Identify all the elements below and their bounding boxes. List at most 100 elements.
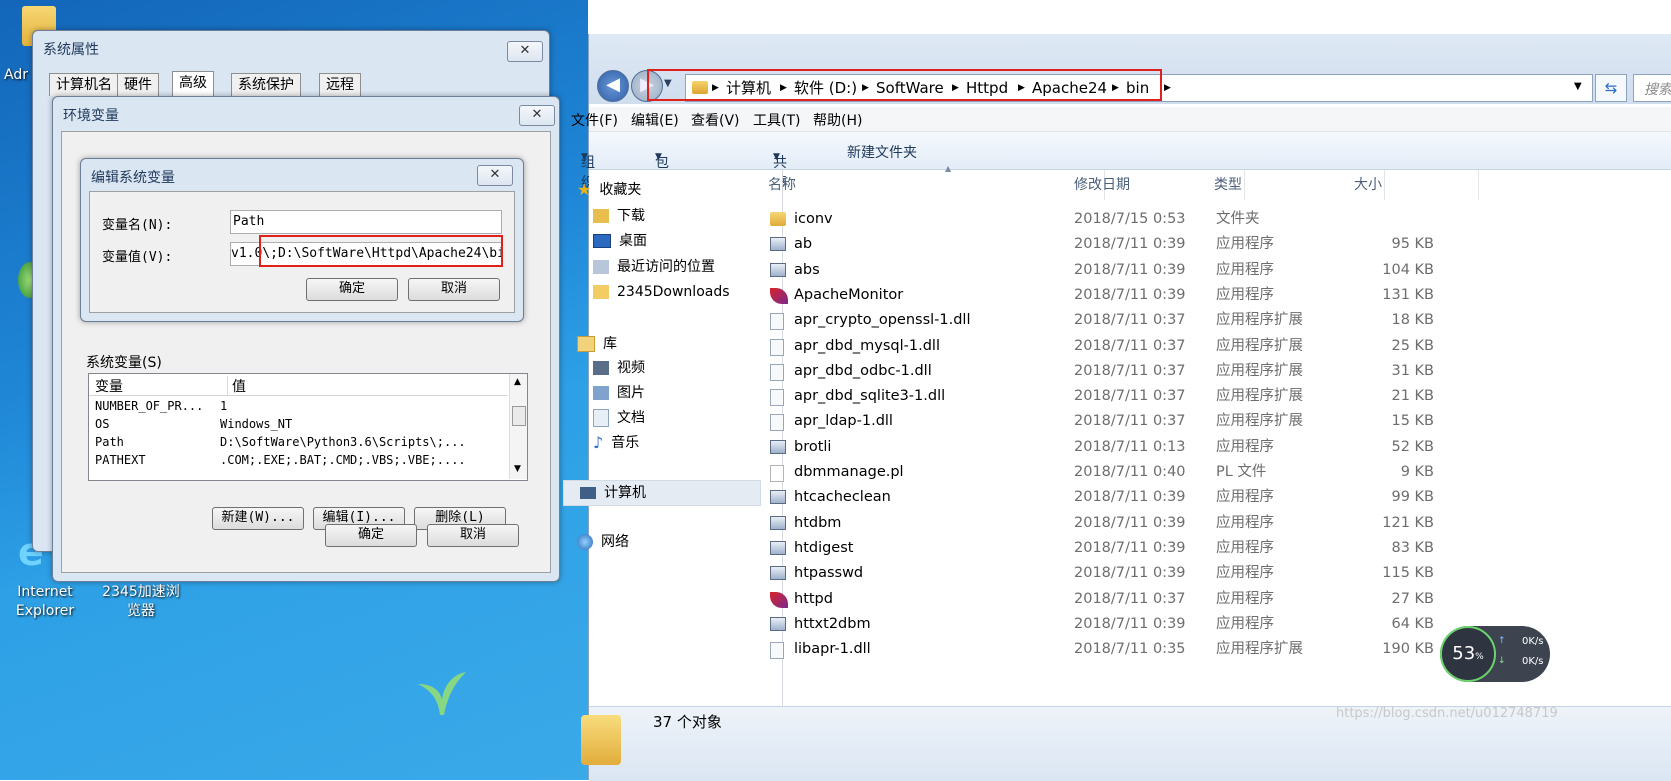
tab-hardware[interactable]: 硬件 <box>117 73 159 96</box>
var-name-input[interactable]: Path <box>230 210 502 234</box>
nav-music[interactable]: ♪ 音乐 <box>593 433 639 453</box>
nav-videos[interactable]: 视频 <box>593 358 645 378</box>
list-item[interactable]: abs 2018/7/11 0:39 应用程序 104 KB <box>770 258 1476 283</box>
search-input[interactable]: 搜索 <box>1633 74 1671 102</box>
table-row[interactable]: OS Windows_NT <box>89 415 507 433</box>
tab-strip: 计算机名 硬件 高级 系统保护 远程 <box>49 71 539 97</box>
list-item[interactable]: ab 2018/7/11 0:39 应用程序 95 KB <box>770 232 1476 257</box>
nav-network[interactable]: 网络 <box>577 532 629 552</box>
list-item[interactable]: ApacheMonitor 2018/7/11 0:39 应用程序 131 KB <box>770 283 1476 308</box>
tab-computer-name[interactable]: 计算机名 <box>49 73 119 96</box>
pictures-icon <box>593 386 609 400</box>
list-item[interactable]: brotli 2018/7/11 0:13 应用程序 52 KB <box>770 435 1476 460</box>
desktop-icon-label-2345[interactable]: 2345加速浏 览器 <box>96 583 186 621</box>
menu-edit[interactable]: 编辑(E) <box>631 110 679 130</box>
ok-button[interactable]: 确定 <box>325 524 417 547</box>
column-header-size[interactable]: 大小 <box>1354 170 1479 200</box>
nav-network-label: 网络 <box>601 534 629 550</box>
chevron-down-icon: ▼ <box>655 152 662 162</box>
close-button[interactable]: ✕ <box>519 105 555 126</box>
file-date: 2018/7/15 0:53 <box>1074 211 1186 227</box>
object-count: 37 个对象 <box>653 713 722 731</box>
nav-downloads[interactable]: 下载 <box>593 206 645 226</box>
cancel-button[interactable]: 取消 <box>408 278 500 301</box>
breadcrumb-separator-icon[interactable]: ▶ <box>1164 75 1171 101</box>
file-date: 2018/7/11 0:40 <box>1074 464 1186 480</box>
menu-help[interactable]: 帮助(H) <box>813 110 862 130</box>
ok-button[interactable]: 确定 <box>306 278 398 301</box>
network-speed-widget[interactable]: 53% ↑ 0K/s ↓ 0K/s <box>1440 626 1550 682</box>
nav-recent-places[interactable]: 最近访问的位置 <box>593 257 715 277</box>
navigation-pane: ★ 收藏夹 下载 桌面 最近访问的位置 2345Downloads 库 视频 图片… <box>563 170 783 706</box>
computer-icon <box>580 487 596 499</box>
library-icon <box>577 336 595 352</box>
list-item[interactable]: apr_crypto_openssl-1.dll 2018/7/11 0:37 应用… <box>770 308 1476 333</box>
list-item[interactable]: iconv 2018/7/15 0:53 文件夹 <box>770 207 1476 232</box>
list-item[interactable]: apr_dbd_sqlite3-1.dll 2018/7/11 0:37 应用程序扩… <box>770 384 1476 409</box>
close-button[interactable]: ✕ <box>507 41 543 62</box>
scroll-down-icon[interactable]: ▼ <box>514 464 521 474</box>
highlight-box-var-value <box>259 235 503 267</box>
downloads-folder-icon <box>593 209 609 223</box>
list-item[interactable]: htcacheclean 2018/7/11 0:39 应用程序 99 KB <box>770 485 1476 510</box>
file-name: iconv <box>794 211 833 227</box>
nav-libraries[interactable]: 库 <box>577 334 617 354</box>
var-value-cell: Windows_NT <box>220 417 293 431</box>
address-dropdown-icon[interactable]: ▼ <box>1574 81 1582 92</box>
nav-documents[interactable]: 文档 <box>593 408 645 428</box>
nav-favorites[interactable]: ★ 收藏夹 <box>577 180 641 200</box>
column-header-name[interactable]: 名称 <box>768 170 1105 200</box>
vertical-scrollbar[interactable]: ▲ ▼ <box>509 374 527 479</box>
file-type: 应用程序扩展 <box>1216 413 1303 430</box>
file-date: 2018/7/11 0:37 <box>1074 362 1186 379</box>
scroll-thumb[interactable] <box>512 406 526 426</box>
list-item[interactable]: libapr-1.dll 2018/7/11 0:35 应用程序扩展 190 KB <box>770 637 1476 662</box>
file-date: 2018/7/11 0:37 <box>1074 413 1186 430</box>
close-button[interactable]: ✕ <box>477 165 513 186</box>
desktop-leaf-icon <box>418 672 466 715</box>
window-title: 系统属性 <box>43 42 99 58</box>
column-header-val[interactable]: 值 <box>227 376 246 396</box>
list-item[interactable]: htdbm 2018/7/11 0:39 应用程序 121 KB <box>770 511 1476 536</box>
table-row[interactable]: PATHEXT .COM;.EXE;.BAT;.CMD;.VBS;.VBE;...… <box>89 451 507 469</box>
menu-file[interactable]: 文件(F) <box>571 110 618 130</box>
cancel-button[interactable]: 取消 <box>427 524 519 547</box>
refresh-button[interactable]: ⇆ <box>1595 74 1627 102</box>
list-item[interactable]: dbmmanage.pl 2018/7/11 0:40 PL 文件 9 KB <box>770 460 1476 485</box>
file-type: 应用程序 <box>1216 590 1274 607</box>
upload-speed: 0K/s <box>1522 636 1544 647</box>
file-date: 2018/7/11 0:35 <box>1074 641 1186 658</box>
table-row[interactable]: NUMBER_OF_PR... 1 <box>89 397 507 415</box>
list-item[interactable]: apr_ldap-1.dll 2018/7/11 0:37 应用程序扩展 15 KB <box>770 409 1476 434</box>
nav-pictures[interactable]: 图片 <box>593 383 645 403</box>
documents-icon <box>593 409 609 427</box>
tab-system-protection[interactable]: 系统保护 <box>231 73 301 96</box>
dll-icon <box>770 414 784 432</box>
nav-2345downloads[interactable]: 2345Downloads <box>593 282 730 302</box>
table-row[interactable]: Path D:\SoftWare\Python3.6\Scripts\;... <box>89 433 507 451</box>
menu-view[interactable]: 查看(V) <box>691 110 740 130</box>
file-name: htdbm <box>794 514 842 531</box>
desktop-icon-label-adr[interactable]: Adr <box>4 66 28 85</box>
desktop-icon-label-ie[interactable]: Internet Explorer <box>10 583 80 621</box>
list-item[interactable]: htpasswd 2018/7/11 0:39 应用程序 115 KB <box>770 561 1476 586</box>
usage-percent-unit: % <box>1475 652 1484 662</box>
nav-desktop[interactable]: 桌面 <box>593 231 647 251</box>
tab-advanced[interactable]: 高级 <box>172 71 214 96</box>
list-item[interactable]: apr_dbd_mysql-1.dll 2018/7/11 0:37 应用程序扩展 2… <box>770 334 1476 359</box>
new-variable-button[interactable]: 新建(W)... <box>212 507 304 530</box>
table-header: 变量 值 <box>89 374 507 396</box>
list-item[interactable]: htdigest 2018/7/11 0:39 应用程序 83 KB <box>770 536 1476 561</box>
column-header-var[interactable]: 变量 <box>95 376 123 396</box>
list-item[interactable]: httpd 2018/7/11 0:37 应用程序 27 KB <box>770 587 1476 612</box>
nav-computer[interactable]: 计算机 <box>563 480 761 506</box>
new-folder-button[interactable]: 新建文件夹 <box>847 142 917 162</box>
scroll-up-icon[interactable]: ▲ <box>514 377 521 387</box>
list-item[interactable]: httxt2dbm 2018/7/11 0:39 应用程序 64 KB <box>770 612 1476 637</box>
file-name: brotli <box>794 438 832 455</box>
file-name: apr_crypto_openssl-1.dll <box>794 312 971 329</box>
menu-tools[interactable]: 工具(T) <box>753 110 800 130</box>
tab-remote[interactable]: 远程 <box>319 73 361 96</box>
back-button[interactable]: ◀ <box>597 70 629 102</box>
list-item[interactable]: apr_dbd_odbc-1.dll 2018/7/11 0:37 应用程序扩展 31… <box>770 359 1476 384</box>
